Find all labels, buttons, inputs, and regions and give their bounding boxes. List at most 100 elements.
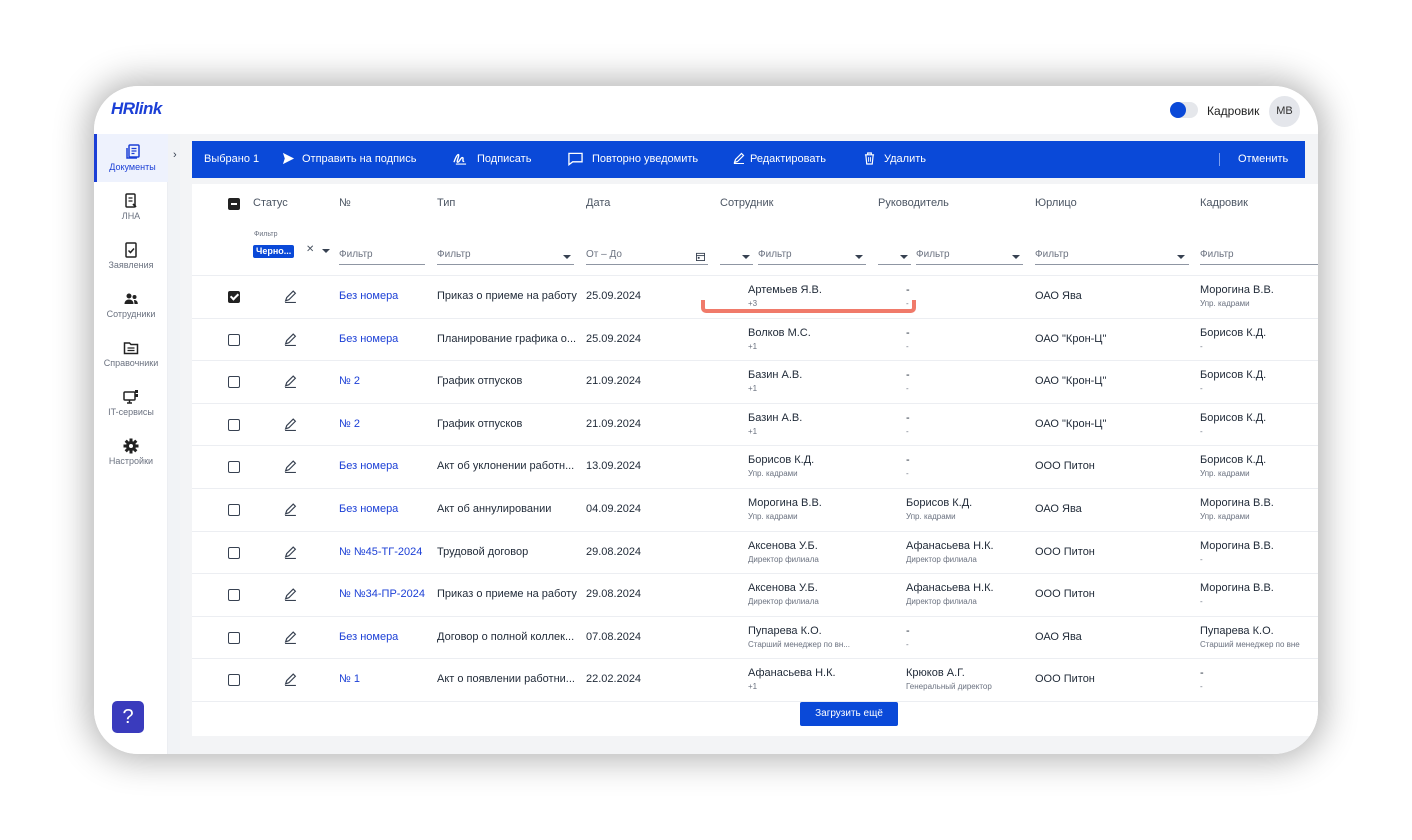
document-number-link[interactable]: Без номера [339, 290, 429, 302]
edit-status-icon[interactable] [284, 332, 297, 346]
employee-filter-mode[interactable] [720, 249, 753, 265]
status-filter-chip[interactable]: Черно... [253, 245, 295, 258]
document-number-link[interactable]: № №34-ПР-2024 [339, 588, 429, 600]
chevron-down-icon [742, 255, 750, 259]
row-checkbox[interactable] [228, 589, 240, 602]
employee-name: Афанасьева Н.К. [748, 667, 836, 680]
table-row[interactable]: Без номера Акт об уклонении работн... 13.0… [192, 445, 1318, 488]
select-all-checkbox[interactable] [228, 198, 240, 210]
chevron-down-icon [1012, 255, 1020, 259]
employee-filter-placeholder: Фильтр [758, 249, 792, 260]
document-number-link[interactable]: Без номера [339, 631, 429, 643]
document-date: 25.09.2024 [586, 332, 642, 345]
manager-subtitle: Директор филиала [906, 554, 977, 564]
row-checkbox[interactable] [228, 674, 240, 687]
edit-status-icon[interactable] [284, 503, 297, 516]
avatar[interactable]: МВ [1269, 96, 1300, 127]
app-logo[interactable]: HRlink [111, 99, 162, 119]
document-number-link[interactable]: Без номера [339, 333, 429, 345]
document-number-link[interactable]: Без номера [339, 503, 429, 515]
employee-filter[interactable]: Фильтр [758, 249, 866, 265]
role-toggle[interactable] [1170, 102, 1198, 118]
table-row[interactable]: Без номера Договор о полной коллек... 07.0… [192, 615, 1318, 659]
document-number-link[interactable]: Без номера [339, 460, 429, 472]
entity-filter[interactable]: Фильтр [1035, 249, 1189, 265]
renotify-button[interactable]: Повторно уведомить [568, 141, 703, 178]
manager-name: - [906, 284, 910, 296]
employee-name: Артемьев Я.В. [748, 284, 822, 296]
sign-button[interactable]: Подписать [453, 141, 543, 178]
table-row[interactable]: № 2 График отпусков 21.09.2024 Базин А.В. +1… [192, 402, 1318, 446]
column-header-entity[interactable]: Юрлицо [1035, 197, 1077, 209]
column-header-number[interactable]: № [339, 197, 351, 209]
document-number-link[interactable]: № №45-ТГ-2024 [339, 546, 429, 558]
number-filter[interactable]: Фильтр [339, 249, 425, 265]
hr-subtitle: Упр. кадрами [1200, 469, 1250, 479]
clear-filter-icon[interactable]: ✕ [306, 244, 314, 255]
edit-status-icon[interactable] [284, 375, 297, 389]
row-checkbox[interactable] [228, 461, 240, 474]
send-for-signature-button[interactable]: Отправить на подпись [282, 141, 422, 178]
chevron-right-icon[interactable]: › [173, 149, 177, 161]
help-button[interactable]: ? [112, 701, 144, 733]
edit-status-icon[interactable] [284, 418, 297, 431]
column-header-status[interactable]: Статус [253, 197, 288, 209]
row-checkbox[interactable] [228, 418, 240, 431]
column-header-manager[interactable]: Руководитель [878, 197, 949, 209]
sidebar-item-it-services[interactable]: IT-сервисы [94, 379, 168, 427]
table-row[interactable]: № №34-ПР-2024 Приказ о приеме на работу 29… [192, 573, 1318, 616]
row-checkbox[interactable] [228, 504, 240, 516]
manager-subtitle: - [906, 341, 909, 351]
sidebar-item-label: ЛНА [121, 211, 141, 221]
edit-status-icon[interactable] [284, 673, 297, 687]
row-checkbox[interactable] [228, 333, 240, 346]
column-header-hr[interactable]: Кадровик [1200, 197, 1248, 209]
legal-entity: ОАО Ява [1035, 503, 1082, 515]
sidebar-item-documents[interactable]: Документы [94, 134, 168, 182]
document-number-link[interactable]: № 2 [339, 418, 429, 430]
sidebar-item-lna[interactable]: ЛНА [94, 183, 168, 231]
sidebar-item-settings[interactable]: Настройки [94, 428, 168, 476]
legal-entity: ОАО "Крон-Ц" [1035, 417, 1107, 430]
edit-status-icon[interactable] [284, 588, 297, 602]
row-checkbox[interactable] [228, 291, 240, 303]
hr-filter[interactable]: Фильтр [1200, 249, 1318, 265]
table-row[interactable]: Без номера Планирование графика о... 25.09… [192, 317, 1318, 361]
row-checkbox[interactable] [228, 546, 240, 559]
edit-status-icon[interactable] [284, 545, 297, 559]
delete-button[interactable]: Удалить [864, 141, 934, 178]
table-row[interactable]: № 2 График отпусков 21.09.2024 Базин А.В. +1… [192, 360, 1318, 403]
edit-status-icon[interactable] [284, 290, 297, 303]
manager-filter-mode[interactable] [878, 249, 911, 265]
column-header-date[interactable]: Дата [586, 197, 610, 209]
document-type: Договор о полной коллек... [437, 630, 575, 643]
column-header-employee[interactable]: Сотрудник [720, 197, 773, 209]
cancel-label: Отменить [1238, 153, 1289, 165]
table-row[interactable]: № №45-ТГ-2024 Трудовой договор 29.08.2024 А… [192, 530, 1318, 574]
chevron-down-icon[interactable] [322, 249, 330, 253]
sidebar-item-applications[interactable]: Заявления [94, 232, 168, 280]
load-more-button[interactable]: Загрузить ещё [800, 702, 898, 726]
row-checkbox[interactable] [228, 631, 240, 644]
date-filter[interactable]: От – До [586, 249, 708, 265]
employee-name: Морогина В.В. [748, 497, 822, 509]
manager-name: - [906, 326, 910, 339]
table-row[interactable]: Без номера Акт об аннулировании 04.09.2024… [192, 488, 1318, 531]
column-header-type[interactable]: Тип [437, 197, 455, 209]
sidebar-item-employees[interactable]: Сотрудники [94, 281, 168, 329]
sidebar-item-references[interactable]: Справочники [94, 330, 168, 378]
document-type: Приказ о приеме на работу [437, 290, 577, 302]
row-checkbox[interactable] [228, 376, 240, 389]
manager-filter[interactable]: Фильтр [916, 249, 1023, 265]
document-date: 22.02.2024 [586, 673, 642, 686]
table-row[interactable]: № 1 Акт о появлении работни... 22.02.2024 А… [192, 658, 1318, 701]
document-date: 25.09.2024 [586, 290, 642, 302]
edit-status-icon[interactable] [284, 460, 297, 474]
type-filter[interactable]: Фильтр [437, 249, 574, 265]
document-number-link[interactable]: № 2 [339, 375, 429, 387]
document-number-link[interactable]: № 1 [339, 673, 429, 685]
edit-button[interactable]: Редактировать [733, 141, 833, 178]
hr-name: Борисов К.Д. [1200, 326, 1267, 339]
cancel-button[interactable]: Отменить [1238, 141, 1288, 178]
edit-status-icon[interactable] [284, 631, 297, 644]
